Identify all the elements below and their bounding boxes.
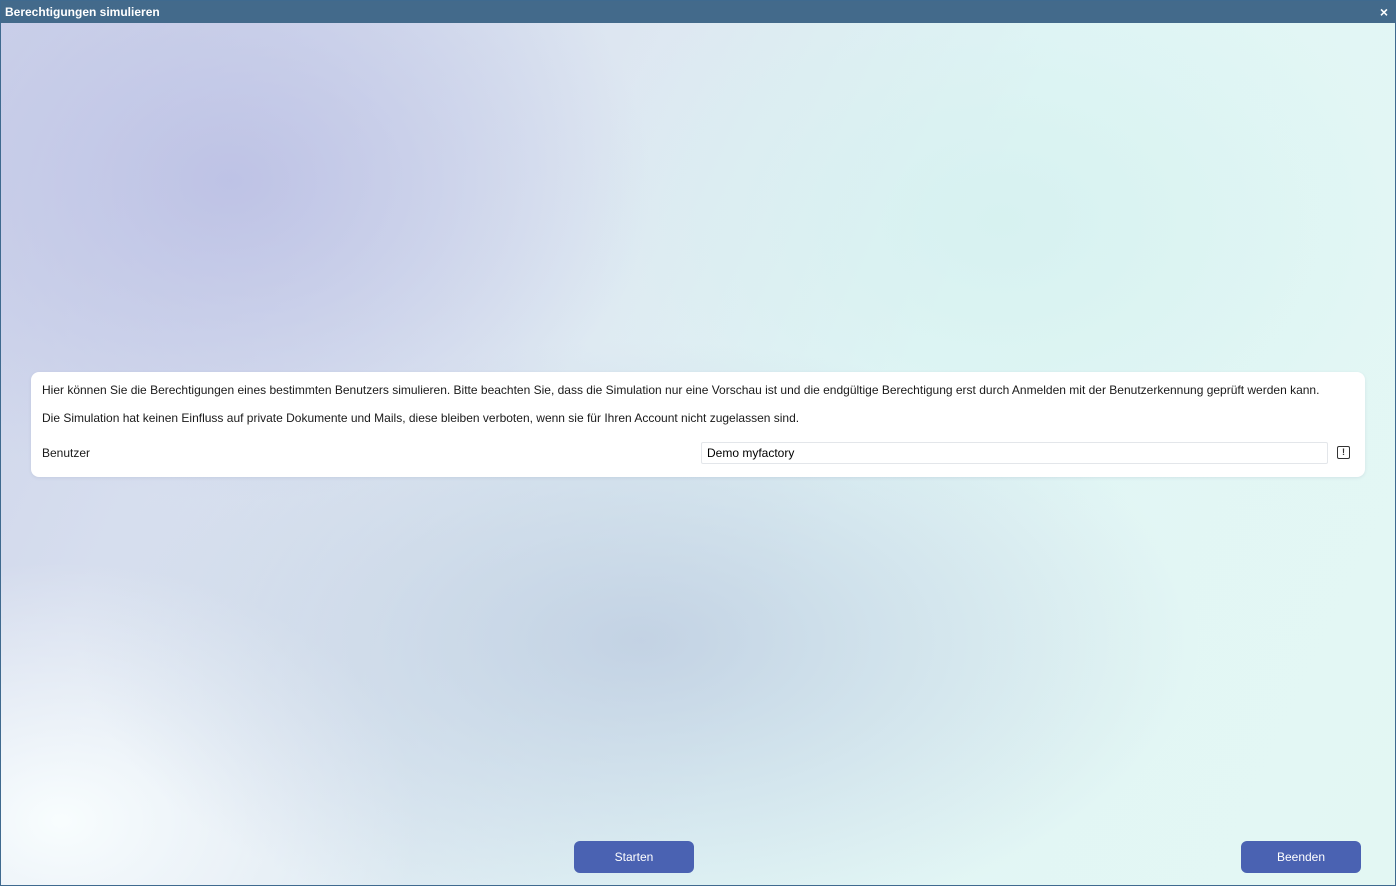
close-icon[interactable]: × [1376,3,1392,21]
note-paragraph: Die Simulation hat keinen Einfluss auf p… [42,411,800,425]
title-bar: Berechtigungen simulieren × [1,1,1395,23]
window-title: Berechtigungen simulieren [5,5,160,19]
info-icon[interactable]: ! [1337,446,1350,459]
user-input[interactable] [701,442,1328,464]
description-paragraph: Hier können Sie die Berechtigungen eines… [42,383,1320,397]
user-field-label: Benutzer [42,446,91,460]
start-button[interactable]: Starten [574,841,694,873]
info-card: Hier können Sie die Berechtigungen eines… [31,372,1365,477]
dialog-window: Berechtigungen simulieren × Hier können … [0,0,1396,886]
end-button[interactable]: Beenden [1241,841,1361,873]
